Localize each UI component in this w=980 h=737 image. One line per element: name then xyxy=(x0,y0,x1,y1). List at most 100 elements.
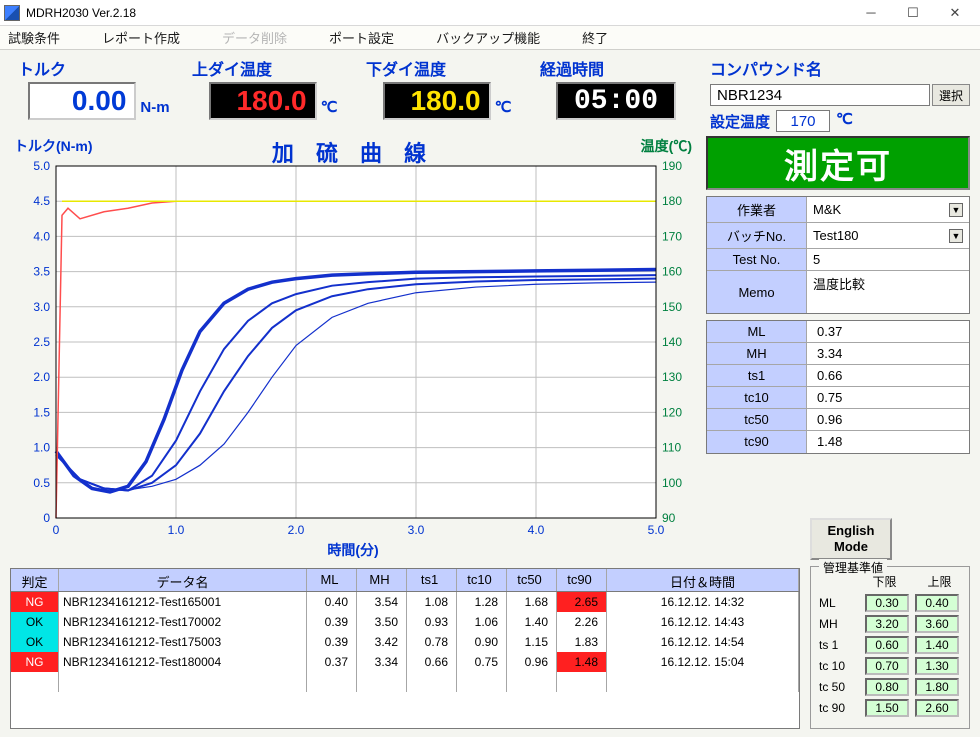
menu-item-5[interactable]: 終了 xyxy=(582,28,608,47)
limits-low[interactable]: 0.70 xyxy=(865,657,909,675)
limits-row: tc 90 1.50 2.60 xyxy=(819,699,961,717)
limits-high[interactable]: 1.80 xyxy=(915,678,959,696)
limits-title: 管理基準値 xyxy=(819,559,887,576)
settemp-label: 設定温度 xyxy=(710,111,770,132)
result-row: ts10.66 xyxy=(707,365,969,387)
info-table: 作業者 M&K ▼ バッチNo. Test180 ▼ Test No. 5 Me… xyxy=(706,196,970,314)
result-label: tc50 xyxy=(707,409,807,430)
result-row: tc500.96 xyxy=(707,409,969,431)
limits-high[interactable]: 1.40 xyxy=(915,636,959,654)
result-table: ML0.37MH3.34ts10.66tc100.75tc500.96tc901… xyxy=(706,320,970,454)
history-cell: 1.06 xyxy=(457,612,507,632)
table-row[interactable]: OKNBR1234161212-Test1750030.393.420.780.… xyxy=(11,632,799,652)
limits-low[interactable]: 3.20 xyxy=(865,615,909,633)
result-value: 0.75 xyxy=(807,387,969,408)
svg-text:4.5: 4.5 xyxy=(33,194,50,208)
limits-label: tc 90 xyxy=(819,701,859,715)
history-cell: NBR1234161212-Test175003 xyxy=(59,632,307,652)
svg-text:90: 90 xyxy=(662,511,676,525)
history-cell: 0.39 xyxy=(307,612,357,632)
limits-high[interactable]: 0.40 xyxy=(915,594,959,612)
compound-select-button[interactable]: 選択 xyxy=(932,84,970,106)
close-button[interactable]: ✕ xyxy=(934,0,976,26)
torque-value: 0.00 xyxy=(28,82,136,120)
status-banner: 測定可 xyxy=(706,136,970,190)
result-value: 0.37 xyxy=(807,321,969,342)
limits-low[interactable]: 0.30 xyxy=(865,594,909,612)
minimize-button[interactable]: ─ xyxy=(850,0,892,26)
testno-value[interactable]: 5 xyxy=(807,249,969,270)
limits-low[interactable]: 0.80 xyxy=(865,678,909,696)
history-header-cell[interactable]: tc10 xyxy=(457,569,507,591)
upper-die-block: 上ダイ温度 180.0 ℃ xyxy=(188,56,358,120)
memo-value[interactable]: 温度比較 xyxy=(807,271,969,313)
table-row[interactable]: NGNBR1234161212-Test1800040.373.340.660.… xyxy=(11,652,799,672)
menu-item-0[interactable]: 試験条件 xyxy=(8,28,60,47)
menu-item-4[interactable]: バックアップ機能 xyxy=(436,28,540,47)
limits-label: ts 1 xyxy=(819,638,859,652)
svg-text:5.0: 5.0 xyxy=(648,523,665,537)
history-cell: NBR1234161212-Test165001 xyxy=(59,592,307,612)
svg-text:1.5: 1.5 xyxy=(33,405,50,419)
history-cell: OK xyxy=(11,612,59,632)
history-header-cell[interactable]: 判定 xyxy=(11,569,59,591)
operator-value: M&K xyxy=(813,202,841,217)
compound-name-field[interactable]: NBR1234 xyxy=(710,84,930,106)
english-mode-button[interactable]: EnglishMode xyxy=(810,518,892,560)
limits-high[interactable]: 3.60 xyxy=(915,615,959,633)
svg-text:0: 0 xyxy=(43,511,50,525)
limits-row: ML0.300.40 xyxy=(819,594,961,612)
result-value: 3.34 xyxy=(807,343,969,364)
history-cell: 0.39 xyxy=(307,632,357,652)
svg-text:0.5: 0.5 xyxy=(33,476,50,490)
operator-combo[interactable]: M&K ▼ xyxy=(807,197,969,222)
settemp-value[interactable]: 170 xyxy=(776,110,830,132)
table-row[interactable]: OKNBR1234161212-Test1700020.393.500.931.… xyxy=(11,612,799,632)
result-row: tc901.48 xyxy=(707,431,969,453)
history-cell: 1.48 xyxy=(557,652,607,672)
history-header-cell[interactable]: tc50 xyxy=(507,569,557,591)
menu-item-3[interactable]: ポート設定 xyxy=(329,28,394,47)
svg-text:4.0: 4.0 xyxy=(528,523,545,537)
upper-die-unit: ℃ xyxy=(321,98,338,120)
history-cell: 0.75 xyxy=(457,652,507,672)
history-header-cell[interactable]: ts1 xyxy=(407,569,457,591)
maximize-button[interactable]: ☐ xyxy=(892,0,934,26)
history-cell: 16.12.12. 14:32 xyxy=(607,592,799,612)
svg-text:130: 130 xyxy=(662,370,682,384)
chart-xlabel: 時間(分) xyxy=(10,540,696,560)
svg-text:0: 0 xyxy=(53,523,60,537)
history-header-cell[interactable]: データ名 xyxy=(59,569,307,591)
menu-item-1[interactable]: レポート作成 xyxy=(102,28,180,47)
cure-curve-chart: 01.02.03.04.05.000.51.01.52.02.53.03.54.… xyxy=(10,160,696,542)
limits-low[interactable]: 1.50 xyxy=(865,699,909,717)
svg-text:3.5: 3.5 xyxy=(33,265,50,279)
history-header-cell[interactable]: ML xyxy=(307,569,357,591)
svg-text:2.5: 2.5 xyxy=(33,335,50,349)
history-cell: 16.12.12. 15:04 xyxy=(607,652,799,672)
result-label: tc90 xyxy=(707,431,807,453)
result-label: ML xyxy=(707,321,807,342)
history-header-cell[interactable]: 日付＆時間 xyxy=(607,569,799,591)
batch-combo[interactable]: Test180 ▼ xyxy=(807,223,969,248)
history-header-cell[interactable]: tc90 xyxy=(557,569,607,591)
limits-low[interactable]: 0.60 xyxy=(865,636,909,654)
limits-box: 管理基準値 下限 上限 ML0.300.40MH3.203.60ts 10.60… xyxy=(810,566,970,729)
operator-label: 作業者 xyxy=(707,197,807,222)
table-row[interactable]: NGNBR1234161212-Test1650010.403.541.081.… xyxy=(11,592,799,612)
limits-high[interactable]: 2.60 xyxy=(915,699,959,717)
result-value: 0.96 xyxy=(807,409,969,430)
history-table: 判定データ名MLMHts1tc10tc50tc90日付＆時間NGNBR12341… xyxy=(10,568,800,729)
history-header-cell[interactable]: MH xyxy=(357,569,407,591)
history-cell: 16.12.12. 14:43 xyxy=(607,612,799,632)
result-value: 1.48 xyxy=(807,431,969,453)
result-row: tc100.75 xyxy=(707,387,969,409)
elapsed-label: 経過時間 xyxy=(536,56,604,80)
history-cell: 0.78 xyxy=(407,632,457,652)
torque-unit: N-m xyxy=(140,99,169,120)
memo-label: Memo xyxy=(707,271,807,313)
result-label: tc10 xyxy=(707,387,807,408)
history-cell: 1.83 xyxy=(557,632,607,652)
svg-text:2.0: 2.0 xyxy=(288,523,305,537)
limits-high[interactable]: 1.30 xyxy=(915,657,959,675)
